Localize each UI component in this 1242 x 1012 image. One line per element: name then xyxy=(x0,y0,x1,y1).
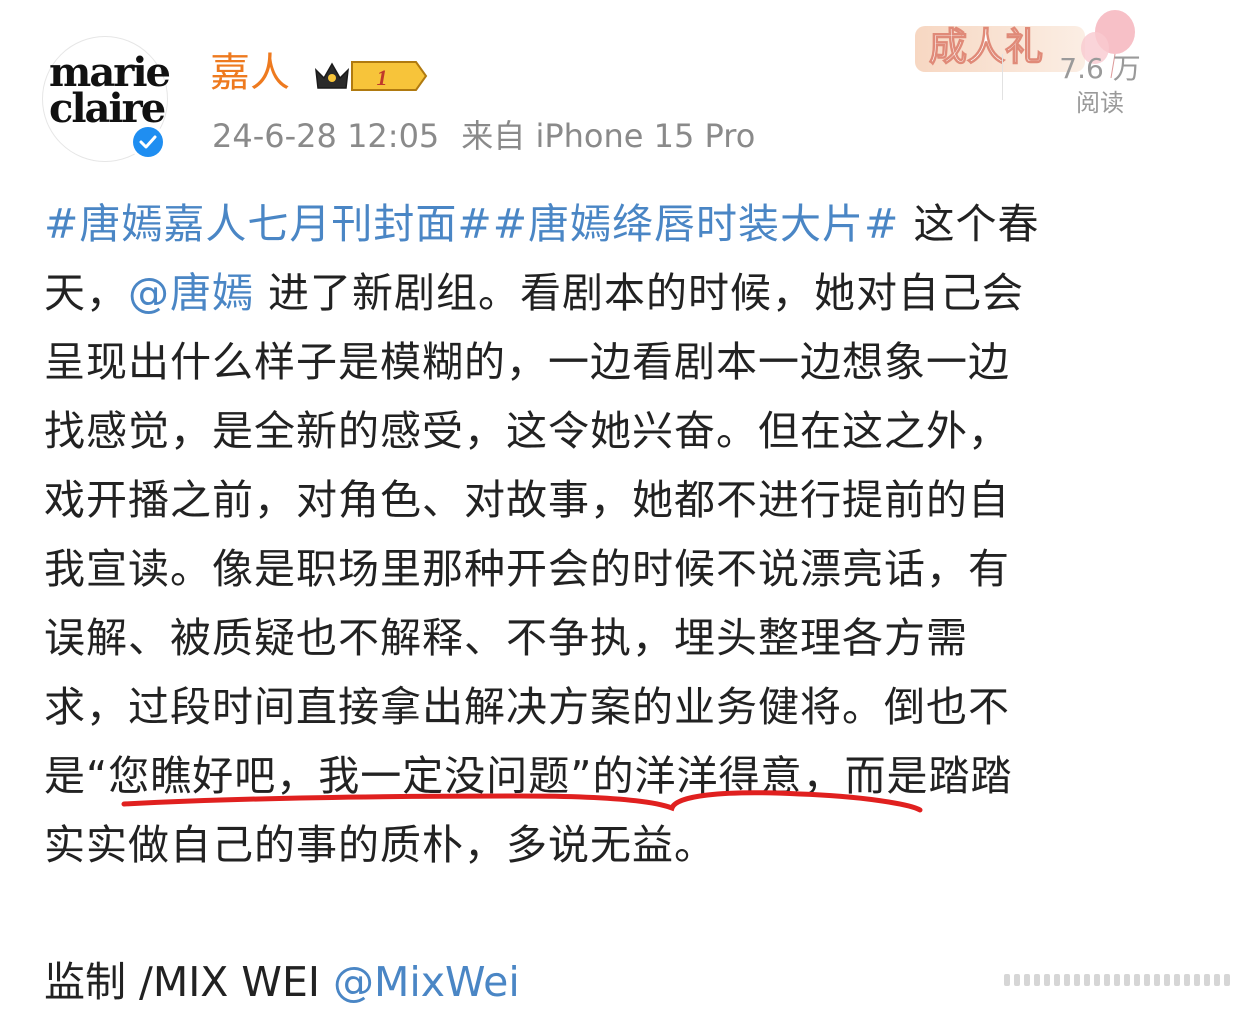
post-line: 我宣读。像是职场里那种开会的时候不说漂亮话，有 xyxy=(44,535,1204,604)
credit-text: 监制 /MIX WEI xyxy=(44,958,334,1006)
crown-vip-icon[interactable]: 1 xyxy=(312,56,428,96)
post-line: 误解、被质疑也不解释、不争执，埋头整理各方需 xyxy=(44,604,1204,673)
post-text: 进了新剧组。看剧本的时候，她对自己会 xyxy=(254,269,1025,317)
views-count: 7.6 万 xyxy=(1059,52,1141,85)
post-text: 实实做自己的事的质朴，多说无益。 xyxy=(44,821,716,869)
post-text: 求，过段时间直接拿出解决方案的业务健将。倒也不 xyxy=(44,683,1010,731)
post-text: 戏开播之前，对角色、对故事，她都不进行提前的自 xyxy=(44,476,1010,524)
post-line: 戏开播之前，对角色、对故事，她都不进行提前的自 xyxy=(44,466,1204,535)
post-text: 天， xyxy=(44,269,128,317)
views-label: 阅读 xyxy=(1076,89,1124,117)
post-text: 误解、被质疑也不解释、不争执，埋头整理各方需 xyxy=(44,614,968,662)
post-text: 我宣读。像是职场里那种开会的时候不说漂亮话，有 xyxy=(44,545,1010,593)
credit-mention-link[interactable]: @MixWei xyxy=(333,958,520,1006)
avatar-logo-line2: claire xyxy=(49,85,166,132)
vip-level: 1 xyxy=(377,65,388,90)
views-divider xyxy=(1002,54,1003,100)
more-dots-icon[interactable] xyxy=(1004,968,1234,992)
post-line: 呈现出什么样子是模糊的，一边看剧本一边想象一边 xyxy=(44,328,1204,397)
red-handwritten-underline xyxy=(121,790,923,813)
post-text: 找感觉，是全新的感受，这令她兴奋。但在这之外， xyxy=(44,407,1010,455)
post-line: 天，@唐嫣 进了新剧组。看剧本的时候，她对自己会 xyxy=(44,259,1204,328)
post-line: 找感觉，是全新的感受，这令她兴奋。但在这之外， xyxy=(44,397,1204,466)
post-text: 这个春 xyxy=(899,200,1040,248)
post-link[interactable]: @唐嫣 xyxy=(128,269,254,317)
avatar-logo: marie claire xyxy=(49,53,171,132)
post-line: #唐嫣嘉人七月刊封面##唐嫣绛唇时装大片# 这个春 xyxy=(44,190,1204,259)
post-meta: 24-6-28 12:05 来自 iPhone 15 Pro xyxy=(212,114,755,158)
username[interactable]: 嘉人 xyxy=(210,48,290,98)
post-body: #唐嫣嘉人七月刊封面##唐嫣绛唇时装大片# 这个春 天，@唐嫣 进了新剧组。看剧本… xyxy=(44,190,1204,880)
post-line: 求，过段时间直接拿出解决方案的业务健将。倒也不 xyxy=(44,673,1204,742)
timestamp: 24-6-28 12:05 xyxy=(212,117,440,155)
verified-check-icon xyxy=(130,124,166,160)
credit-line: 监制 /MIX WEI @MixWei xyxy=(44,952,520,1012)
post-source: 来自 iPhone 15 Pro xyxy=(461,117,756,155)
banner-text: 成人礼 xyxy=(929,25,1043,69)
post-text: 呈现出什么样子是模糊的，一边看剧本一边想象一边 xyxy=(44,338,1010,386)
post-link[interactable]: #唐嫣嘉人七月刊封面##唐嫣绛唇时装大片# xyxy=(44,200,899,248)
